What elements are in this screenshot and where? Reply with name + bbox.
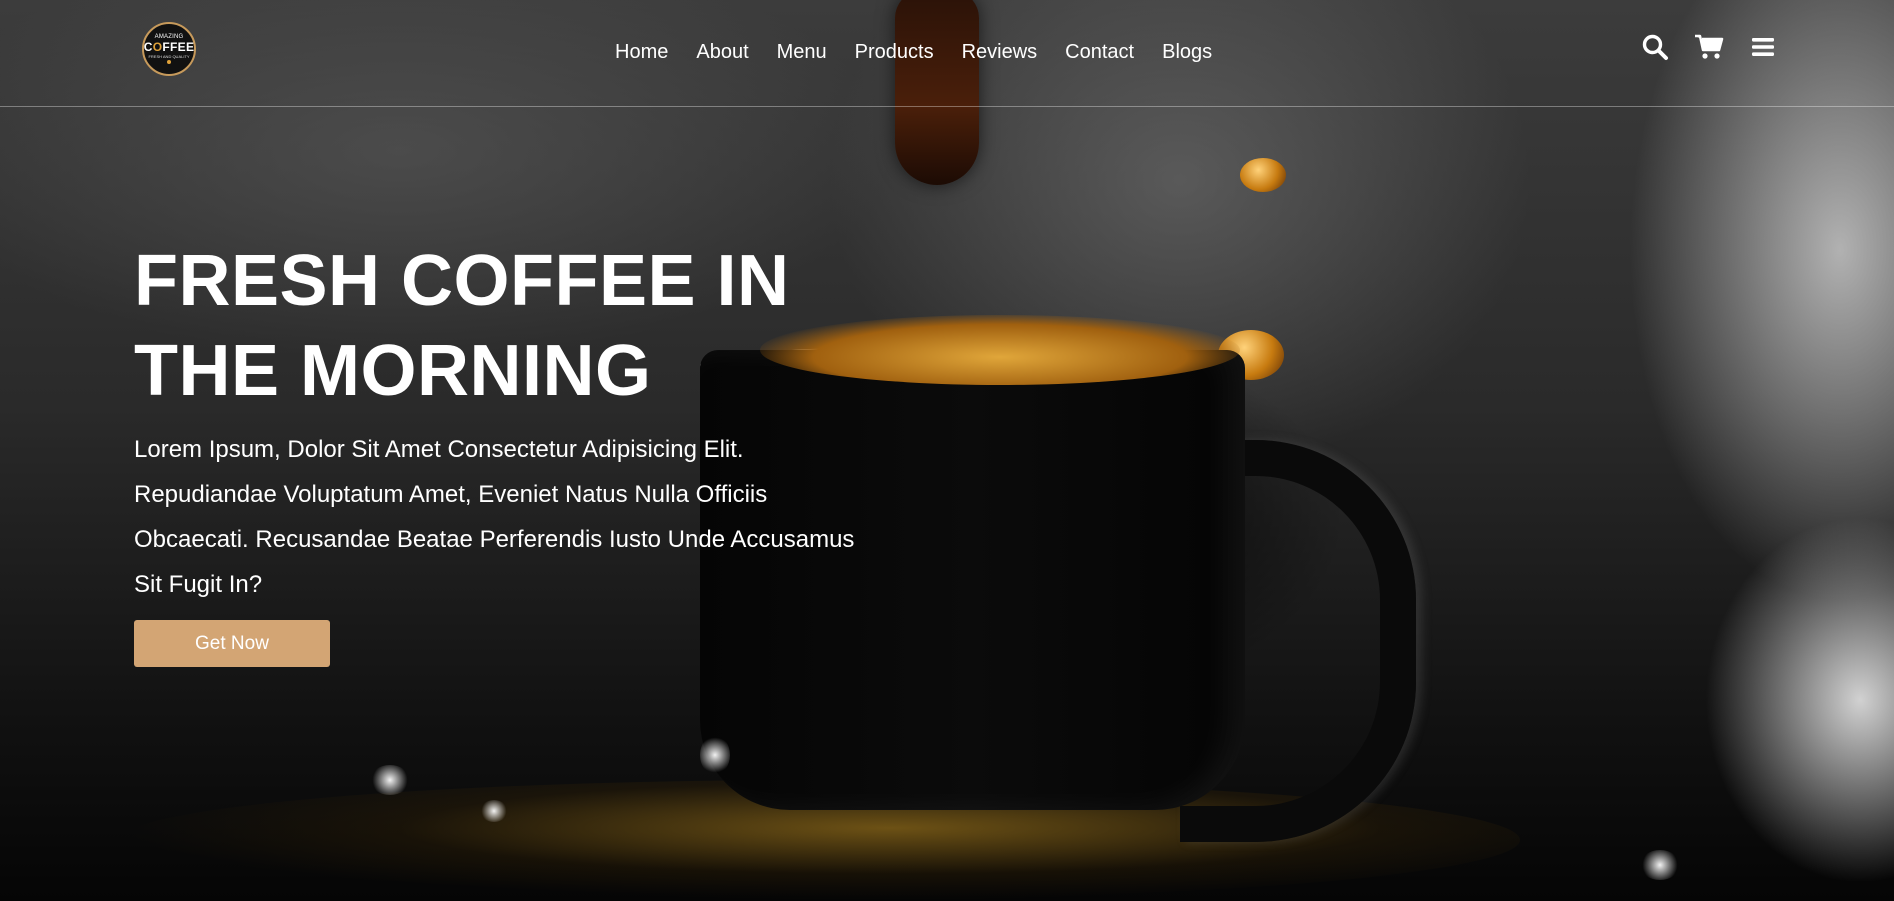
logo-main-c: C [143, 40, 153, 54]
logo-main-text: COFFEE [144, 41, 194, 54]
nav-item-contact[interactable]: Contact [1065, 40, 1134, 64]
light-glint [700, 735, 730, 775]
cart-icon[interactable] [1694, 32, 1724, 62]
nav-item-blogs[interactable]: Blogs [1162, 40, 1212, 64]
main-nav: Home About Menu Products Reviews Contact… [615, 38, 1212, 66]
coffee-droplet [1240, 158, 1286, 192]
nav-item-menu[interactable]: Menu [777, 40, 827, 64]
header-icons [1616, 32, 1778, 62]
hero-description: Lorem Ipsum, Dolor Sit Amet Consectetur … [134, 436, 855, 598]
site-header: AMAZING COFFEE FRESH AND QUALITY Home Ab… [0, 0, 1894, 107]
nav-item-home[interactable]: Home [615, 40, 668, 64]
logo-dot [167, 60, 171, 64]
nav-item-reviews[interactable]: Reviews [962, 40, 1038, 64]
menu-bars-icon[interactable] [1748, 32, 1778, 62]
search-icon[interactable] [1640, 32, 1670, 62]
coffee-logo[interactable]: AMAZING COFFEE FRESH AND QUALITY [142, 22, 196, 76]
hero-title: FRESH COFFEE IN THE MORNING [134, 236, 894, 416]
cup-handle [1180, 440, 1416, 842]
logo-main-rest: FFEE [162, 40, 195, 54]
get-now-button[interactable]: Get Now [134, 620, 330, 667]
light-glint [1640, 850, 1680, 880]
nav-item-about[interactable]: About [696, 40, 748, 64]
hero-page: AMAZING COFFEE FRESH AND QUALITY Home Ab… [0, 0, 1894, 901]
hero-title-line-2: THE MORNING [134, 331, 652, 411]
logo-sub-text: FRESH AND QUALITY [148, 54, 190, 59]
light-glint [480, 800, 508, 822]
coffee-spill [120, 780, 1520, 900]
logo-main-o: O [152, 40, 163, 54]
coffee-droplet [1218, 330, 1284, 380]
light-glint [370, 765, 410, 795]
hero-title-line-1: FRESH COFFEE IN [134, 241, 790, 321]
nav-item-products[interactable]: Products [855, 40, 934, 64]
